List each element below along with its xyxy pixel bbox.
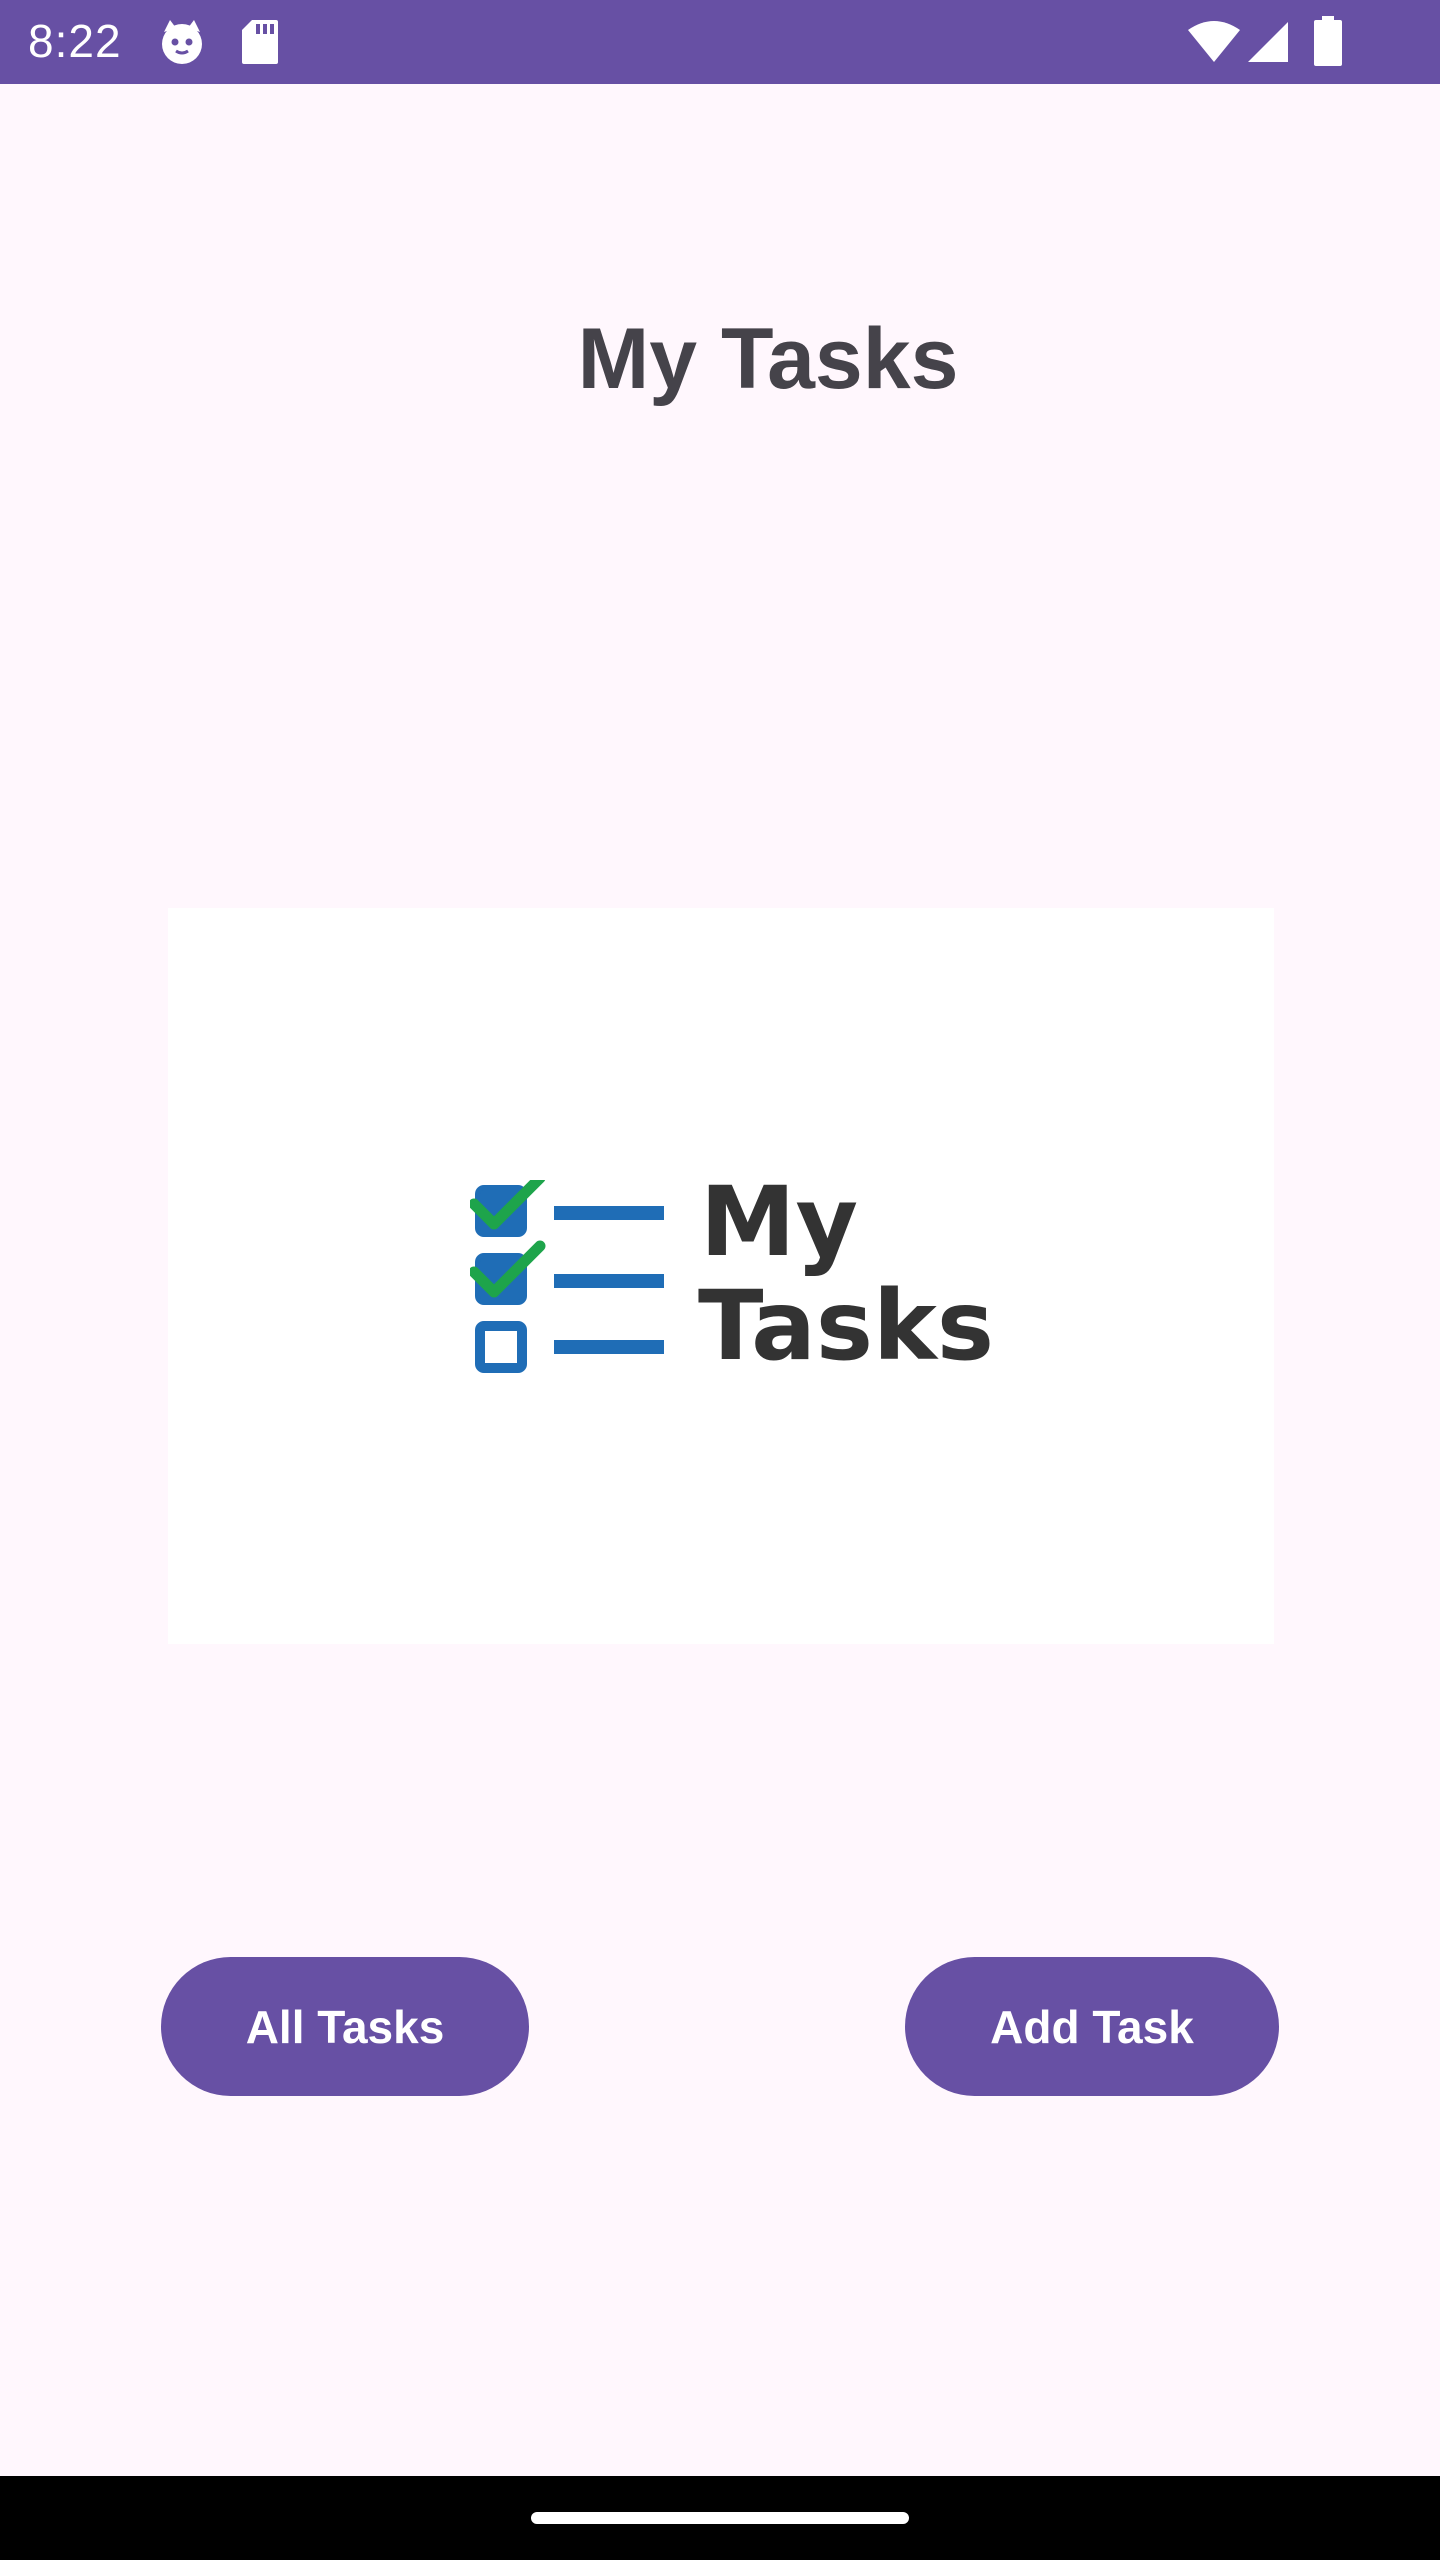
signal-icon	[1244, 20, 1290, 68]
wifi-icon	[1186, 20, 1242, 68]
logo-line-1: My	[700, 1166, 859, 1278]
logo-line-2: Tasks	[698, 1270, 995, 1382]
cat-face-icon	[158, 18, 206, 66]
all-tasks-button[interactable]: All Tasks	[161, 1957, 529, 2096]
logo-wordmark: My Tasks	[698, 1166, 995, 1382]
add-task-button[interactable]: Add Task	[905, 1957, 1279, 2096]
screen: 8:22 My Tasks My Tasks All Tasks Add Tas…	[0, 0, 1440, 2560]
status-bar: 8:22	[0, 0, 1440, 84]
checklist-icon	[468, 1172, 670, 1385]
home-gesture-handle[interactable]	[531, 2512, 909, 2524]
sd-card-icon	[240, 18, 280, 66]
status-time: 8:22	[28, 15, 122, 67]
page-title: My Tasks	[577, 311, 959, 407]
battery-icon	[1314, 16, 1342, 66]
